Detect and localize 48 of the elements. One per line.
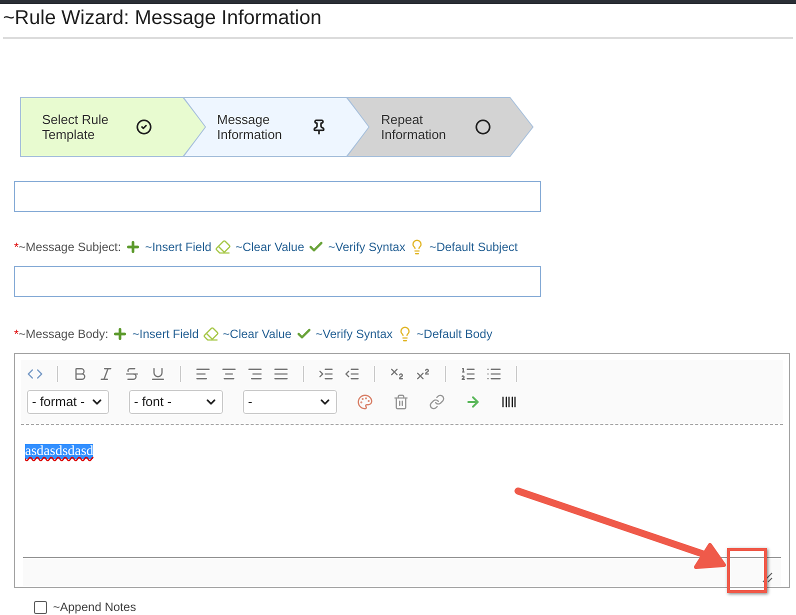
superscript-icon[interactable] bbox=[415, 366, 431, 382]
field-label: ~Message Subject: bbox=[18, 239, 122, 256]
editor-text: asdasdsdasd bbox=[25, 444, 94, 459]
check-circle-icon bbox=[136, 119, 152, 135]
arrow-right-icon[interactable] bbox=[465, 394, 481, 410]
subject-field[interactable] bbox=[14, 266, 541, 297]
checkbox[interactable] bbox=[34, 600, 47, 614]
eraser-icon bbox=[202, 326, 219, 342]
checkbox-label: ~Append Notes bbox=[53, 599, 136, 615]
subscript-icon[interactable] bbox=[389, 366, 405, 382]
dropdown[interactable]: - font - bbox=[129, 390, 223, 414]
align-center-icon[interactable] bbox=[221, 366, 237, 382]
bullet-list-icon[interactable] bbox=[486, 366, 502, 382]
align-left-icon[interactable] bbox=[195, 366, 211, 382]
outdent-icon[interactable] bbox=[344, 366, 360, 382]
plus-icon bbox=[125, 239, 142, 255]
input-field[interactable] bbox=[14, 181, 541, 212]
indent-icon[interactable] bbox=[318, 366, 334, 382]
required-mark: * bbox=[14, 326, 19, 343]
field-label: ~Message Body: bbox=[18, 326, 108, 343]
action-link[interactable]: ~Insert Field bbox=[132, 325, 199, 343]
italic-icon[interactable] bbox=[98, 366, 114, 382]
highlight-box bbox=[727, 548, 767, 593]
numbered-list-icon[interactable] bbox=[460, 366, 476, 382]
action-link[interactable]: ~Clear Value bbox=[222, 325, 292, 343]
palette-icon[interactable] bbox=[357, 394, 373, 410]
strikethrough-icon[interactable] bbox=[124, 366, 140, 382]
plus-icon bbox=[112, 326, 128, 342]
page-title: ~Rule Wizard: Message Information bbox=[2, 6, 322, 31]
action-link[interactable]: ~Verify Syntax bbox=[328, 238, 406, 256]
resize-grip-icon[interactable] bbox=[761, 571, 773, 583]
action-link[interactable]: ~Default Body bbox=[416, 325, 492, 343]
align-right-icon[interactable] bbox=[247, 366, 263, 382]
required-mark: * bbox=[14, 239, 19, 256]
circle-icon bbox=[475, 119, 491, 135]
dropdown[interactable]: - bbox=[243, 390, 337, 414]
barcode-icon[interactable] bbox=[501, 394, 517, 410]
action-link[interactable]: ~Insert Field bbox=[145, 238, 212, 256]
dropdown[interactable]: - format - bbox=[27, 390, 109, 414]
link-icon[interactable] bbox=[429, 394, 445, 410]
pin-icon bbox=[311, 119, 327, 135]
action-link[interactable]: ~Clear Value bbox=[235, 238, 304, 256]
align-justify-icon[interactable] bbox=[273, 366, 289, 382]
action-link[interactable]: ~Verify Syntax bbox=[316, 325, 393, 343]
underline-icon[interactable] bbox=[150, 366, 166, 382]
action-link[interactable]: ~Default Subject bbox=[429, 238, 518, 256]
trash-icon[interactable] bbox=[393, 394, 409, 410]
eraser-icon bbox=[215, 239, 232, 255]
